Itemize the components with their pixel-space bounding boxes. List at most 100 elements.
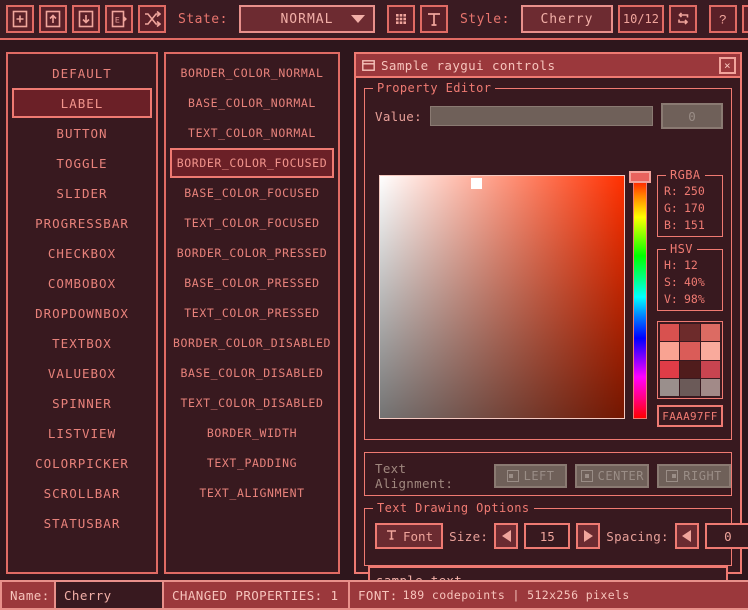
property-item-text-color-normal[interactable]: TEXT_COLOR_NORMAL: [170, 118, 334, 148]
palette-swatch[interactable]: [680, 324, 699, 341]
help-button[interactable]: ?: [709, 5, 737, 33]
property-item-border-color-focused[interactable]: BORDER_COLOR_FOCUSED: [170, 148, 334, 178]
hex-value-field[interactable]: FAAA97FF: [657, 405, 723, 427]
control-item-dropdownbox[interactable]: DROPDOWNBOX: [12, 298, 152, 328]
palette-swatch[interactable]: [660, 324, 679, 341]
load-file-button[interactable]: [39, 5, 67, 33]
save-file-button[interactable]: [72, 5, 100, 33]
control-item-colorpicker[interactable]: COLORPICKER: [12, 448, 152, 478]
font-preview-button[interactable]: [420, 5, 448, 33]
value-slider[interactable]: [430, 106, 653, 126]
palette-swatch[interactable]: [660, 361, 679, 378]
spacing-decrease-button[interactable]: [675, 523, 699, 549]
palette-swatch[interactable]: [660, 342, 679, 359]
value-row: Value: 0: [375, 103, 723, 129]
palette-swatch[interactable]: [680, 361, 699, 378]
window-icon: [362, 60, 375, 71]
info-button[interactable]: i: [742, 5, 748, 33]
value-numberbox[interactable]: 0: [661, 103, 723, 129]
hsv-v-value[interactable]: 98%: [684, 292, 705, 306]
property-editor-title: Property Editor: [373, 81, 495, 95]
hsv-v-label: V:: [664, 292, 678, 306]
size-value-field[interactable]: 15: [524, 523, 570, 549]
property-item-border-color-normal[interactable]: BORDER_COLOR_NORMAL: [170, 58, 334, 88]
rgba-r-row: R: 250: [658, 182, 722, 199]
rgba-g-label: G:: [664, 201, 678, 215]
palette-swatch[interactable]: [701, 379, 720, 396]
saturation-value-area[interactable]: [379, 175, 625, 419]
property-item-border-width[interactable]: BORDER_WIDTH: [170, 418, 334, 448]
hsv-s-value[interactable]: 40%: [684, 275, 705, 289]
property-item-base-color-pressed[interactable]: BASE_COLOR_PRESSED: [170, 268, 334, 298]
control-item-statusbar[interactable]: STATUSBAR: [12, 508, 152, 538]
state-dropdown-value: NORMAL: [280, 12, 333, 27]
size-increase-button[interactable]: [576, 523, 600, 549]
palette-swatch[interactable]: [701, 342, 720, 359]
property-item-text-color-focused[interactable]: TEXT_COLOR_FOCUSED: [170, 208, 334, 238]
close-icon[interactable]: ×: [719, 57, 736, 74]
new-file-button[interactable]: [6, 5, 34, 33]
palette-swatch[interactable]: [680, 379, 699, 396]
size-decrease-button[interactable]: [494, 523, 518, 549]
control-item-listview[interactable]: LISTVIEW: [12, 418, 152, 448]
palette-swatch[interactable]: [701, 361, 720, 378]
rgba-r-value[interactable]: 250: [684, 184, 705, 198]
control-item-progressbar[interactable]: PROGRESSBAR: [12, 208, 152, 238]
control-item-valuebox[interactable]: VALUEBOX: [12, 358, 152, 388]
hue-slider[interactable]: [633, 175, 647, 419]
property-item-text-color-disabled[interactable]: TEXT_COLOR_DISABLED: [170, 388, 334, 418]
font-ratio-box[interactable]: 10/12: [618, 5, 664, 33]
control-item-button[interactable]: BUTTON: [12, 118, 152, 148]
reload-style-button[interactable]: [669, 5, 697, 33]
control-item-slider[interactable]: SLIDER: [12, 178, 152, 208]
control-item-default[interactable]: DEFAULT: [12, 58, 152, 88]
property-item-base-color-focused[interactable]: BASE_COLOR_FOCUSED: [170, 178, 334, 208]
align-center-button[interactable]: CENTER: [575, 464, 649, 488]
control-item-combobox[interactable]: COMBOBOX: [12, 268, 152, 298]
property-item-border-color-pressed[interactable]: BORDER_COLOR_PRESSED: [170, 238, 334, 268]
chevron-left-icon: [682, 530, 691, 542]
align-left-label: LEFT: [524, 469, 555, 483]
palette-swatch[interactable]: [680, 342, 699, 359]
control-item-label[interactable]: LABEL: [12, 88, 152, 118]
palette-swatch[interactable]: [660, 379, 679, 396]
sample-controls-window: Sample raygui controls × Property Editor…: [354, 52, 742, 574]
rgba-g-value[interactable]: 170: [684, 201, 705, 215]
hsv-h-row: H: 12: [658, 256, 722, 273]
shuffle-button[interactable]: [138, 5, 166, 33]
style-name-field[interactable]: Cherry: [521, 5, 613, 33]
property-item-border-color-disabled[interactable]: BORDER_COLOR_DISABLED: [170, 328, 334, 358]
property-item-base-color-disabled[interactable]: BASE_COLOR_DISABLED: [170, 358, 334, 388]
font-button[interactable]: Font: [375, 523, 443, 549]
spacing-value-field[interactable]: 0: [705, 523, 748, 549]
property-item-text-alignment[interactable]: TEXT_ALIGNMENT: [170, 478, 334, 508]
palette-swatch[interactable]: [701, 324, 720, 341]
property-item-base-color-normal[interactable]: BASE_COLOR_NORMAL: [170, 88, 334, 118]
controls-list-panel[interactable]: DEFAULT LABEL BUTTON TOGGLE SLIDER PROGR…: [6, 52, 158, 574]
hue-cursor[interactable]: [629, 171, 651, 183]
export-file-button[interactable]: E: [105, 5, 133, 33]
hsv-h-value[interactable]: 12: [684, 258, 698, 272]
align-left-button[interactable]: LEFT: [494, 464, 568, 488]
align-right-button[interactable]: RIGHT: [657, 464, 731, 488]
align-center-icon: [581, 470, 593, 482]
property-item-text-color-pressed[interactable]: TEXT_COLOR_PRESSED: [170, 298, 334, 328]
control-item-spinner[interactable]: SPINNER: [12, 388, 152, 418]
control-item-toggle[interactable]: TOGGLE: [12, 148, 152, 178]
statusbar-changed-properties: CHANGED PROPERTIES: 1: [162, 580, 350, 610]
window-titlebar[interactable]: Sample raygui controls ×: [356, 54, 740, 78]
control-item-checkbox[interactable]: CHECKBOX: [12, 238, 152, 268]
control-item-scrollbar[interactable]: SCROLLBAR: [12, 478, 152, 508]
properties-list-panel[interactable]: BORDER_COLOR_NORMAL BASE_COLOR_NORMAL TE…: [164, 52, 340, 574]
statusbar-name-field[interactable]: Cherry: [54, 580, 164, 610]
state-dropdown[interactable]: NORMAL: [239, 5, 375, 33]
rgba-g-row: G: 170: [658, 199, 722, 216]
value-label: Value:: [375, 109, 422, 124]
svg-text:E: E: [115, 17, 120, 26]
control-item-textbox[interactable]: TEXTBOX: [12, 328, 152, 358]
sv-cursor[interactable]: [471, 178, 482, 189]
property-item-text-padding[interactable]: TEXT_PADDING: [170, 448, 334, 478]
rgba-b-value[interactable]: 151: [684, 218, 705, 232]
color-palette[interactable]: [657, 321, 723, 399]
grid-toggle-button[interactable]: [387, 5, 415, 33]
